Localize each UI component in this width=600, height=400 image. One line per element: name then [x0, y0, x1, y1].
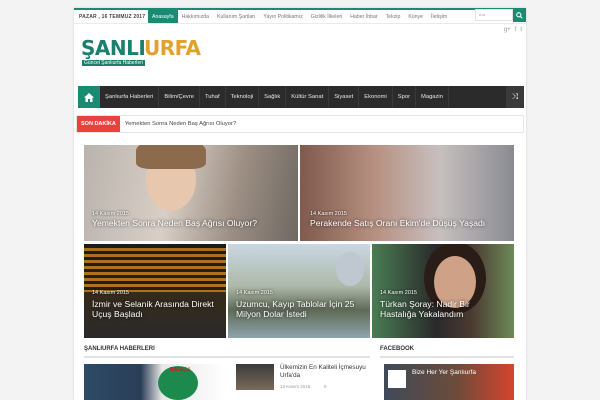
facebook-page-avatar [388, 370, 406, 388]
nav-item-magazine[interactable]: Magazin [416, 86, 449, 108]
post-date: 13 Kasım 2015 [280, 384, 311, 389]
departure-board [84, 248, 226, 292]
post-title[interactable]: Ülkemizin En Kaliteli İçmesuyu Urfa'da [280, 364, 370, 379]
featured-date: 14 Kasım 2015 [236, 290, 273, 296]
nav-item-culture[interactable]: Kültür Sanat [286, 86, 330, 108]
featured-title[interactable]: İzmir ve Selanik Arasında Direkt Uçuş Ba… [92, 299, 220, 320]
nav-item-sanliurfa[interactable]: Şanlıurfa Haberleri [100, 86, 160, 108]
photo-shape [336, 252, 364, 286]
home-button[interactable] [78, 86, 100, 108]
breaking-news-bar: SON DAKİKA Yemekten Sonra Neden Baş Ağrı… [76, 115, 524, 133]
nav-item-science[interactable]: Bilim/Çevre [159, 86, 200, 108]
featured-tile-4[interactable]: 14 Kasım 2015 Uzumcu, Kayıp Tablolar İçi… [228, 244, 370, 338]
thumb-caption: BADILLI [170, 367, 190, 373]
search-input[interactable]: Ara [475, 9, 513, 21]
nav-item-health[interactable]: Sağlık [259, 86, 287, 108]
search: Ara [475, 8, 526, 22]
nav-item-sports[interactable]: Spor [393, 86, 417, 108]
featured-title[interactable]: Perakende Satış Oranı Ekim'de Düşüş Yaşa… [310, 218, 510, 229]
featured-title[interactable]: Türkan Şoray: Nadir Bir Hastalığa Yakala… [380, 299, 508, 320]
featured-date: 14 Kasım 2015 [92, 290, 129, 296]
nav-item-weird[interactable]: Tuhaf [200, 86, 226, 108]
featured-date: 14 Kasım 2015 [380, 290, 417, 296]
top-bar: PAZAR , 16 TEMMUZ 2017 Anasayfa Hakkımız… [74, 8, 526, 24]
photo-shape [136, 145, 206, 169]
top-nav-about[interactable]: Hakkımızda [178, 10, 213, 23]
facebook-widget[interactable]: Bize Her Yer Şanlıurfa [384, 364, 514, 400]
twitter-icon[interactable]: t [520, 27, 522, 33]
random-article-button[interactable]: ⤨ [506, 86, 524, 108]
section-title-facebook: FACEBOOK [380, 346, 514, 358]
section-title-sanliurfa: ŞANLIURFA HABERLERI [84, 346, 370, 358]
top-nav-privacy[interactable]: Gizlilik İlkeleri [307, 10, 346, 23]
breaking-label: SON DAKİKA [77, 116, 120, 132]
top-nav: Anasayfa Hakkımızda Kullanım Şartları Ya… [148, 10, 451, 23]
top-nav-contact[interactable]: İletişim [427, 10, 451, 23]
top-nav-report[interactable]: Haber İhbar [346, 10, 381, 23]
featured-tile-2[interactable]: 14 Kasım 2015 Perakende Satış Oranı Ekim… [300, 145, 514, 241]
main-nav: Şanlıurfa Haberleri Bilim/Çevre Tuhaf Te… [78, 86, 524, 108]
page: PAZAR , 16 TEMMUZ 2017 Anasayfa Hakkımız… [74, 8, 526, 400]
top-nav-policy[interactable]: Yayın Politikamız [259, 10, 306, 23]
top-nav-terms[interactable]: Kullanım Şartları [213, 10, 259, 23]
facebook-icon[interactable]: f [515, 27, 517, 33]
featured-date: 14 Kasım 2015 [92, 211, 129, 217]
nav-item-politics[interactable]: Siyaset [329, 86, 360, 108]
current-date: PAZAR , 16 TEMMUZ 2017 [79, 13, 146, 20]
logo-tagline: Güncel Şanlıurfa Haberleri [82, 60, 145, 66]
top-nav-correction[interactable]: Tekzip [382, 10, 405, 23]
breaking-headline[interactable]: Yemekten Sonra Neden Baş Ağrısı Oluyor? [120, 121, 236, 127]
site-logo[interactable]: ŞANLI URFA Güncel Şanlıurfa Haberleri [81, 36, 216, 70]
nav-item-technology[interactable]: Teknoloji [226, 86, 260, 108]
logo-text-2: URFA [144, 36, 201, 60]
social-links: g+ f t [504, 27, 522, 33]
search-icon [516, 11, 523, 19]
featured-date: 14 Kasım 2015 [310, 211, 347, 217]
top-nav-home[interactable]: Anasayfa [148, 10, 178, 23]
featured-title[interactable]: Uzumcu, Kayıp Tablolar İçin 25 Milyon Do… [236, 299, 364, 320]
featured-tile-3[interactable]: 14 Kasım 2015 İzmir ve Selanik Arasında … [84, 244, 226, 338]
shuffle-icon: ⤨ [511, 92, 519, 101]
post-thumbnail-small[interactable] [236, 364, 274, 390]
featured-title[interactable]: Yemekten Sonra Neden Baş Ağrısı Oluyor? [92, 218, 292, 229]
search-button[interactable] [513, 8, 526, 22]
logo-text-1: ŞANLI [81, 36, 146, 60]
facebook-page-name[interactable]: Bize Her Yer Şanlıurfa [412, 369, 476, 376]
nav-item-economy[interactable]: Ekonomi [359, 86, 393, 108]
featured-tile-5[interactable]: 14 Kasım 2015 Türkan Şoray: Nadir Bir Ha… [372, 244, 514, 338]
featured-tile-1[interactable]: 14 Kasım 2015 Yemekten Sonra Neden Baş A… [84, 145, 298, 241]
home-icon [84, 92, 94, 102]
post-comments-count: 0 [324, 384, 327, 389]
top-nav-imprint[interactable]: Künye [404, 10, 427, 23]
post-thumbnail[interactable]: BADILLI [84, 364, 226, 400]
google-plus-icon[interactable]: g+ [504, 27, 511, 33]
